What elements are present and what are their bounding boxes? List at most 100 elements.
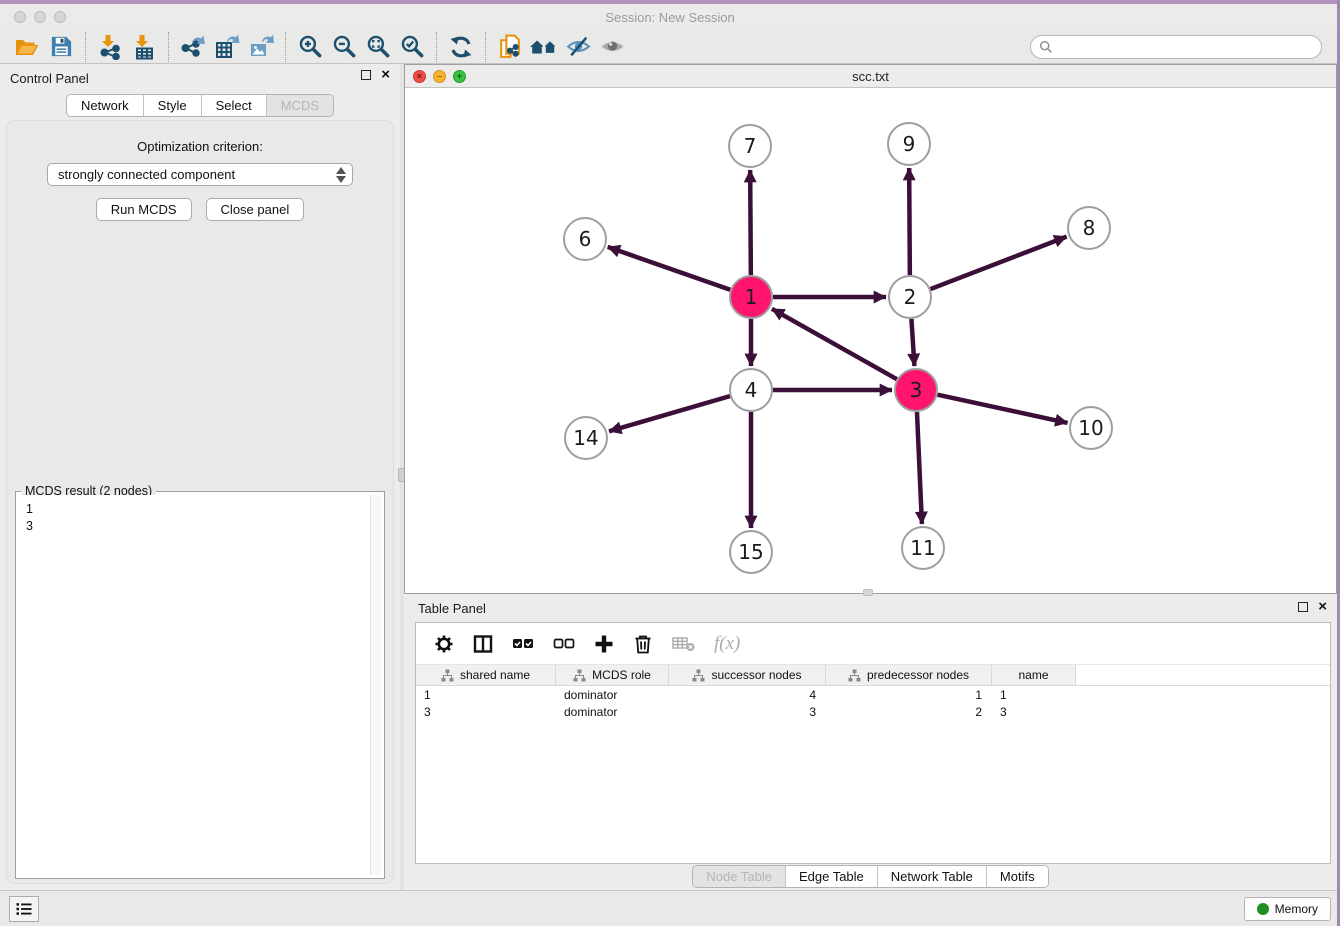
tab-motifs[interactable]: Motifs	[987, 866, 1048, 887]
delete-table-icon	[671, 634, 697, 654]
zoom-selected-icon	[399, 33, 426, 60]
cell-successor-nodes[interactable]: 3	[669, 703, 826, 720]
result-scrollbar[interactable]	[370, 495, 381, 875]
mcds-result-text[interactable]: 1 3	[19, 495, 381, 875]
table-panel-tabs: Node Table Edge Table Network Table Moti…	[404, 864, 1337, 888]
graph-edge-3-10[interactable]	[937, 395, 1067, 423]
graph-edge-3-11[interactable]	[917, 412, 922, 524]
open-session-button[interactable]	[10, 32, 44, 62]
toolbar-separator	[85, 32, 86, 62]
window-resize-grip[interactable]	[863, 589, 873, 596]
table-settings-button[interactable]	[433, 633, 455, 655]
export-image-button[interactable]	[244, 32, 278, 62]
tab-network-table[interactable]: Network Table	[878, 866, 987, 887]
graph-node-label: 3	[910, 378, 923, 402]
criterion-dropdown[interactable]: strongly connected component	[47, 163, 353, 186]
cell-mcds-role[interactable]: dominator	[556, 686, 669, 703]
graph-edge-1-7[interactable]	[750, 170, 751, 275]
cell-shared-name[interactable]: 3	[416, 703, 556, 720]
show-columns-button[interactable]	[472, 633, 494, 655]
float-table-panel-icon[interactable]	[1298, 602, 1308, 612]
export-table-button[interactable]	[210, 32, 244, 62]
network-canvas[interactable]: 7968124314101511	[405, 88, 1336, 593]
dropdown-stepper-icon	[335, 166, 347, 184]
node-table-container: f(x) shared name MCDS role successor nod…	[415, 622, 1331, 864]
table-panel: Table Panel ×	[404, 596, 1337, 888]
table-row[interactable]: 3 dominator 3 2 3	[416, 703, 1330, 720]
run-mcds-button[interactable]: Run MCDS	[96, 198, 192, 221]
add-column-button[interactable]	[593, 633, 615, 655]
graph-edge-2-3[interactable]	[911, 319, 914, 366]
graph-edge-3-1[interactable]	[772, 309, 897, 379]
memory-button[interactable]: Memory	[1244, 897, 1331, 921]
hide-selected-button[interactable]	[561, 32, 595, 62]
column-header-mcds-role[interactable]: MCDS role	[556, 665, 669, 685]
cell-successor-nodes[interactable]: 4	[669, 686, 826, 703]
zoom-fit-icon	[365, 33, 392, 60]
open-folder-icon	[14, 34, 40, 60]
export-image-icon	[248, 34, 274, 60]
graph-edge-2-9[interactable]	[909, 168, 910, 275]
hide-eye-icon	[565, 33, 592, 60]
column-header-predecessor-nodes[interactable]: predecessor nodes	[826, 665, 992, 685]
clone-network-button[interactable]	[493, 32, 527, 62]
function-builder-button[interactable]: f(x)	[714, 633, 740, 655]
zoom-out-button[interactable]	[327, 32, 361, 62]
zoom-out-icon	[331, 33, 358, 60]
tab-mcds[interactable]: MCDS	[267, 95, 333, 116]
tab-node-table[interactable]: Node Table	[693, 866, 786, 887]
deselect-all-button[interactable]	[552, 633, 576, 655]
select-all-icon	[511, 633, 535, 655]
table-row[interactable]: 1 dominator 4 1 1	[416, 686, 1330, 703]
toolbar-separator	[485, 32, 486, 62]
tab-edge-table[interactable]: Edge Table	[786, 866, 878, 887]
import-table-button[interactable]	[127, 32, 161, 62]
cell-shared-name[interactable]: 1	[416, 686, 556, 703]
select-all-button[interactable]	[511, 633, 535, 655]
zoom-selected-button[interactable]	[395, 32, 429, 62]
table-panel-header: Table Panel ×	[404, 596, 1337, 620]
show-all-button[interactable]	[595, 32, 629, 62]
save-session-button[interactable]	[44, 32, 78, 62]
column-header-name[interactable]: name	[992, 665, 1076, 685]
export-network-button[interactable]	[176, 32, 210, 62]
graph-edge-2-8[interactable]	[931, 237, 1067, 289]
delete-column-button[interactable]	[632, 633, 654, 655]
cell-name[interactable]: 3	[992, 703, 1076, 720]
gear-icon	[433, 633, 455, 655]
search-input[interactable]	[1053, 40, 1313, 54]
graph-node-label: 10	[1078, 416, 1103, 440]
cell-predecessor-nodes[interactable]: 2	[826, 703, 992, 720]
application-window: Session: New Session	[0, 0, 1340, 926]
refresh-icon	[448, 34, 474, 60]
import-table-icon	[131, 34, 157, 60]
criterion-dropdown-value: strongly connected component	[58, 167, 235, 182]
close-panel-button[interactable]: Close panel	[206, 198, 305, 221]
cell-mcds-role[interactable]: dominator	[556, 703, 669, 720]
search-box[interactable]	[1030, 35, 1322, 59]
task-history-button[interactable]	[9, 896, 39, 922]
graph-edge-1-6[interactable]	[608, 247, 731, 290]
toolbar-separator	[436, 32, 437, 62]
first-neighbors-button[interactable]	[527, 32, 561, 62]
tab-style[interactable]: Style	[144, 95, 202, 116]
cell-name[interactable]: 1	[992, 686, 1076, 703]
zoom-in-icon	[297, 33, 324, 60]
zoom-in-button[interactable]	[293, 32, 327, 62]
zoom-fit-button[interactable]	[361, 32, 395, 62]
cell-predecessor-nodes[interactable]: 1	[826, 686, 992, 703]
graph-edge-4-14[interactable]	[609, 396, 730, 431]
apply-layout-button[interactable]	[444, 32, 478, 62]
tab-select[interactable]: Select	[202, 95, 267, 116]
float-panel-icon[interactable]	[361, 70, 371, 80]
delete-table-button[interactable]	[671, 634, 697, 654]
column-header-shared-name[interactable]: shared name	[416, 665, 556, 685]
control-panel: Control Panel × Network Style Select MCD…	[0, 64, 400, 890]
save-icon	[49, 34, 74, 59]
import-network-button[interactable]	[93, 32, 127, 62]
column-header-successor-nodes[interactable]: successor nodes	[669, 665, 826, 685]
mcds-tab-panel: Optimization criterion: strongly connect…	[6, 120, 394, 884]
close-table-panel-icon[interactable]: ×	[1318, 602, 1327, 612]
tab-network[interactable]: Network	[67, 95, 144, 116]
close-panel-icon[interactable]: ×	[381, 70, 390, 80]
